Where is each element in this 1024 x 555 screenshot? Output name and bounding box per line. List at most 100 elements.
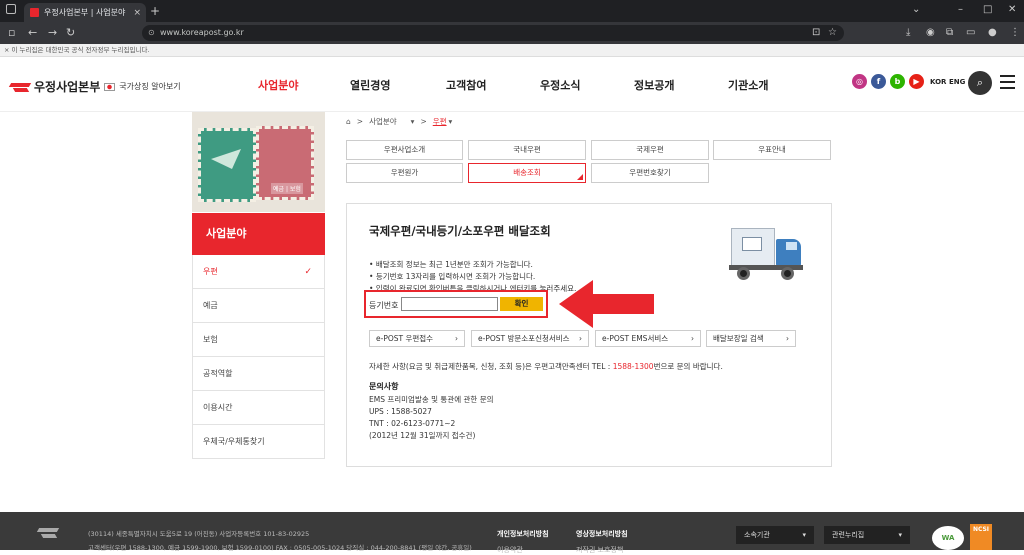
inquiry-line: (2012년 12월 31일까지 접수건) — [369, 431, 476, 440]
delivery-truck-icon — [729, 226, 805, 282]
sidebar-item-hours[interactable]: 이용시간 — [192, 391, 325, 425]
sidebar-item-label: 이용시간 — [203, 403, 233, 412]
confirm-button[interactable]: 확인 — [500, 297, 543, 311]
site-logo[interactable]: 우정사업본부 국가상징 알아보기 — [10, 78, 181, 95]
nav-about[interactable]: 기관소개 — [728, 77, 768, 93]
privacy-policy-link[interactable]: 개인정보처리방침 — [497, 529, 549, 539]
minimize-icon[interactable]: – — [958, 4, 963, 15]
site-info-icon[interactable]: ⊙ — [148, 25, 155, 41]
contact-tel: 1588-1300 — [612, 362, 654, 371]
translate-icon[interactable]: ⊡ — [812, 27, 820, 38]
notice-close-icon[interactable]: × — [4, 46, 12, 54]
dropdown-icon[interactable]: ▾ — [449, 117, 453, 126]
tab-post-intro[interactable]: 우편사업소개 — [346, 140, 463, 160]
extensions-icon[interactable]: ⧉ — [946, 27, 953, 38]
gov-notice: × 이 누리집은 대한민국 공식 전자정부 누리집입니다. — [0, 44, 1024, 57]
tab-international[interactable]: 국제우편 — [591, 140, 709, 160]
forward-icon[interactable]: → — [48, 26, 57, 39]
sidebar-item-insurance[interactable]: 보험 — [192, 323, 325, 357]
sidebar-item-label: 우체국/우체통찾기 — [203, 437, 265, 446]
tab-tracking[interactable]: 배송조회 — [468, 163, 586, 183]
tab-menu-icon[interactable] — [6, 4, 16, 14]
facebook-icon[interactable]: f — [871, 74, 886, 89]
back-icon[interactable]: ← — [28, 26, 37, 39]
url-input[interactable]: ⊙ www.koreapost.go.kr — [142, 25, 844, 41]
service-label: e-POST EMS서비스 — [602, 334, 669, 343]
maximize-icon[interactable]: □ — [983, 4, 992, 15]
nav-participation[interactable]: 고객참여 — [446, 77, 486, 93]
affiliated-org-select[interactable]: 소속기관 ▾ — [736, 526, 814, 544]
home-icon[interactable]: ⌂ — [346, 117, 351, 126]
lang-kor[interactable]: KOR — [930, 78, 946, 86]
reload-icon[interactable]: ↻ — [66, 26, 75, 39]
sidebar-item-label: 우편 — [203, 267, 218, 276]
tab-search-icon[interactable]: ⌄ — [912, 4, 920, 15]
select-value: 관련누리집 — [832, 531, 865, 539]
profile-icon[interactable]: ◉ — [926, 27, 935, 38]
copyright-link[interactable]: 저작권 보호정책 — [576, 545, 623, 555]
breadcrumb-level1[interactable]: 사업분야 — [369, 116, 397, 127]
sidebar-item-deposit[interactable]: 예금 — [192, 289, 325, 323]
blog-icon[interactable]: b — [890, 74, 905, 89]
chevron-right-icon: › — [455, 334, 458, 343]
tab-cost[interactable]: 우편원가 — [346, 163, 463, 183]
close-window-icon[interactable]: ✕ — [1008, 4, 1016, 15]
sidebar-item-label: 예금 — [203, 301, 218, 310]
epost-visit-parcel-button[interactable]: e-POST 방문소포신청서비스 › — [471, 330, 589, 347]
breadcrumb: ⌂ > 사업분야 ▾ > 우편 ▾ — [346, 116, 452, 127]
browser-tabbar: 우정사업본부 | 사업분야 | 우편 × + ⌄ – □ ✕ — [0, 0, 1024, 22]
sidebar-item-public-role[interactable]: 공적역할 — [192, 357, 325, 391]
sidebar-item-label: 보험 — [203, 335, 218, 344]
epost-mail-button[interactable]: e-POST 우편접수 › — [369, 330, 465, 347]
registration-number-input[interactable] — [401, 297, 498, 311]
sidebar-item-find-office[interactable]: 우체국/우체통찾기 — [192, 425, 325, 459]
related-sites-select[interactable]: 관련누리집 ▾ — [824, 526, 910, 544]
site-header: 우정사업본부 국가상징 알아보기 사업분야 열린경영 고객참여 우정소식 정보공… — [0, 57, 1024, 112]
sidebar-title: 사업분야 — [192, 213, 325, 255]
nav-disclosure[interactable]: 정보공개 — [634, 77, 674, 93]
inquiry-list: EMS 프리미엄발송 및 통관에 관한 문의 UPS : 1588-5027 T… — [369, 394, 494, 442]
stamp-green — [198, 128, 256, 202]
browser-tab[interactable]: 우정사업본부 | 사업분야 | 우편 × — [24, 3, 146, 22]
koreapost-logo-icon — [10, 81, 30, 93]
search-button[interactable]: ⌕ — [968, 71, 992, 95]
tab-stamps[interactable]: 우표안내 — [713, 140, 831, 160]
epost-ems-button[interactable]: e-POST EMS서비스 › — [595, 330, 701, 347]
account-icon[interactable]: ● — [988, 27, 997, 38]
stamp-visual: 예금 | 보험 — [192, 112, 325, 212]
chevron-down-icon: ▾ — [898, 531, 902, 539]
sidebar-item-post[interactable]: 우편 ✓ — [192, 255, 325, 289]
ncsi-badge: NCSI — [970, 524, 992, 550]
tabs-icon[interactable]: ▭ — [966, 27, 975, 38]
contact-info: 자세한 사항(요금 및 취급제한품목, 신청, 조회 등)은 우편고객만족센터 … — [369, 361, 723, 372]
download-icon[interactable]: ⤓ — [906, 27, 910, 38]
breadcrumb-level2[interactable]: 우편 — [433, 116, 447, 127]
menu-dots-icon[interactable]: ⋮ — [1010, 27, 1020, 38]
tab-domestic[interactable]: 국내우편 — [468, 140, 586, 160]
national-symbol-link[interactable]: 국가상징 알아보기 — [119, 81, 180, 92]
dropdown-icon[interactable]: ▾ — [411, 117, 415, 126]
chevron-right-icon: › — [691, 334, 694, 343]
lang-eng[interactable]: ENG — [949, 78, 965, 86]
nav-management[interactable]: 열린경영 — [350, 77, 390, 93]
breadcrumb-sep: > — [356, 117, 364, 126]
video-privacy-link[interactable]: 영상정보처리방침 — [576, 529, 628, 539]
note-item: 등기번호 13자리를 입력하시면 조회가 가능합니다. — [369, 271, 576, 283]
menu-hamburger-icon[interactable] — [1000, 75, 1015, 89]
delivery-date-search-button[interactable]: 배달보장일 검색 › — [706, 330, 796, 347]
tracking-panel: 국제우편/국내등기/소포우편 배달조회 배달조회 정보는 최근 1년분만 조회가… — [346, 203, 832, 467]
tab-close-icon[interactable]: × — [133, 8, 146, 18]
nav-business[interactable]: 사업분야 — [258, 77, 298, 93]
new-tab-button[interactable]: + — [150, 4, 160, 18]
bookmark-star-icon[interactable]: ☆ — [828, 27, 837, 38]
notice-text: 이 누리집은 대한민국 공식 전자정부 누리집입니다. — [11, 46, 150, 54]
sidebar-menu: 우편 ✓ 예금 보험 공적역할 이용시간 우체국/우체통찾기 — [192, 255, 325, 459]
youtube-icon[interactable]: ▶ — [909, 74, 924, 89]
tab-zipcode[interactable]: 우편번호찾기 — [591, 163, 709, 183]
sidebar-toggle-icon[interactable]: ▫ — [8, 26, 15, 39]
instagram-icon[interactable]: ◎ — [852, 74, 867, 89]
chevron-right-icon: › — [786, 334, 789, 343]
inquiry-title: 문의사항 — [369, 382, 399, 391]
terms-link[interactable]: 이용약관 — [497, 545, 523, 555]
nav-news[interactable]: 우정소식 — [540, 77, 580, 93]
